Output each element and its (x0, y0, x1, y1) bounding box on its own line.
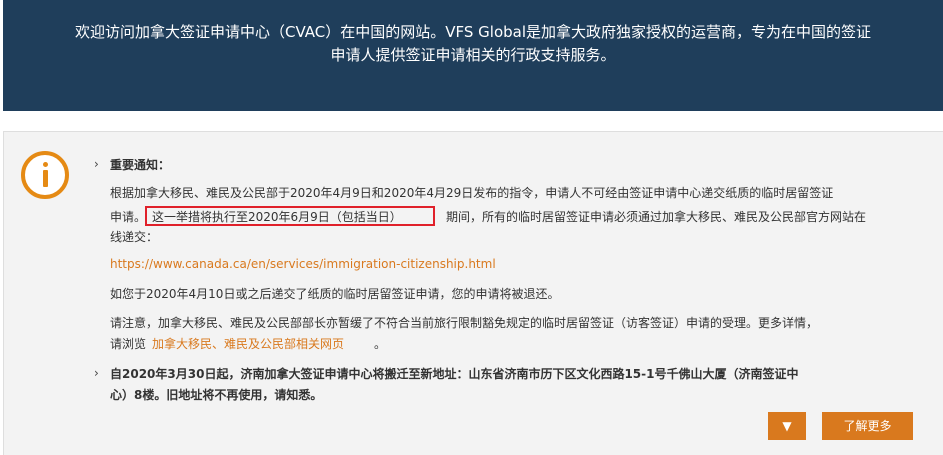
notice-paragraph2: 如您于2020年4月10日或之后递交了纸质的临时居留签证申请，您的申请将被退还。 (110, 287, 560, 301)
welcome-text-line2: 申请人提供签证申请相关的行政支持服务。 (330, 46, 616, 64)
relocation-notice-line2: 心）8楼。旧地址将不再使用，请知悉。 (110, 388, 323, 402)
notice-paragraph3-line1: 请注意，加拿大移民、难民及公民部部长亦暂缓了不符合当前旅行限制豁免规定的临时居留… (110, 316, 819, 330)
highlight-box (145, 206, 435, 226)
ircc-related-page-link[interactable]: 加拿大移民、难民及公民部相关网页 (152, 335, 344, 352)
welcome-banner: 欢迎访问加拿大签证申请中心（CVAC）在中国的网站。VFS Global是加拿大… (3, 0, 943, 111)
notice-panel: › 重要通知： 根据加拿大移民、难民及公民部于2020年4月9日和2020年4月… (3, 131, 943, 455)
info-icon (21, 151, 69, 199)
welcome-text-line1: 欢迎访问加拿大签证申请中心（CVAC）在中国的网站。VFS Global是加拿大… (74, 23, 871, 41)
chevron-right-icon: › (94, 366, 99, 380)
notice-paragraph1-line1: 根据加拿大移民、难民及公民部于2020年4月9日和2020年4月29日发布的指令… (110, 186, 834, 200)
expand-toggle-button[interactable]: ▼ (768, 412, 806, 440)
learn-more-button[interactable]: 了解更多 (822, 412, 913, 440)
notice-paragraph1-line3: 线递交： (110, 230, 159, 244)
triangle-down-icon: ▼ (782, 419, 792, 433)
notice-paragraph1-line2a: 申请。 (110, 210, 147, 224)
notice-paragraph3-line2a: 请浏览 (110, 337, 147, 351)
notice-paragraph1-line2b: 期间，所有的临时居留签证申请必须通过加拿大移民、难民及公民部官方网站在 (446, 210, 867, 224)
relocation-notice-line1: 自2020年3月30日起，济南加拿大签证申请中心将搬迁至新地址：山东省济南市历下… (110, 367, 799, 381)
notice-paragraph3-line2b: 。 (374, 337, 387, 351)
chevron-right-icon: › (94, 157, 99, 171)
notice-title: 重要通知： (110, 158, 171, 172)
ircc-link[interactable]: https://www.canada.ca/en/services/immigr… (110, 257, 496, 271)
